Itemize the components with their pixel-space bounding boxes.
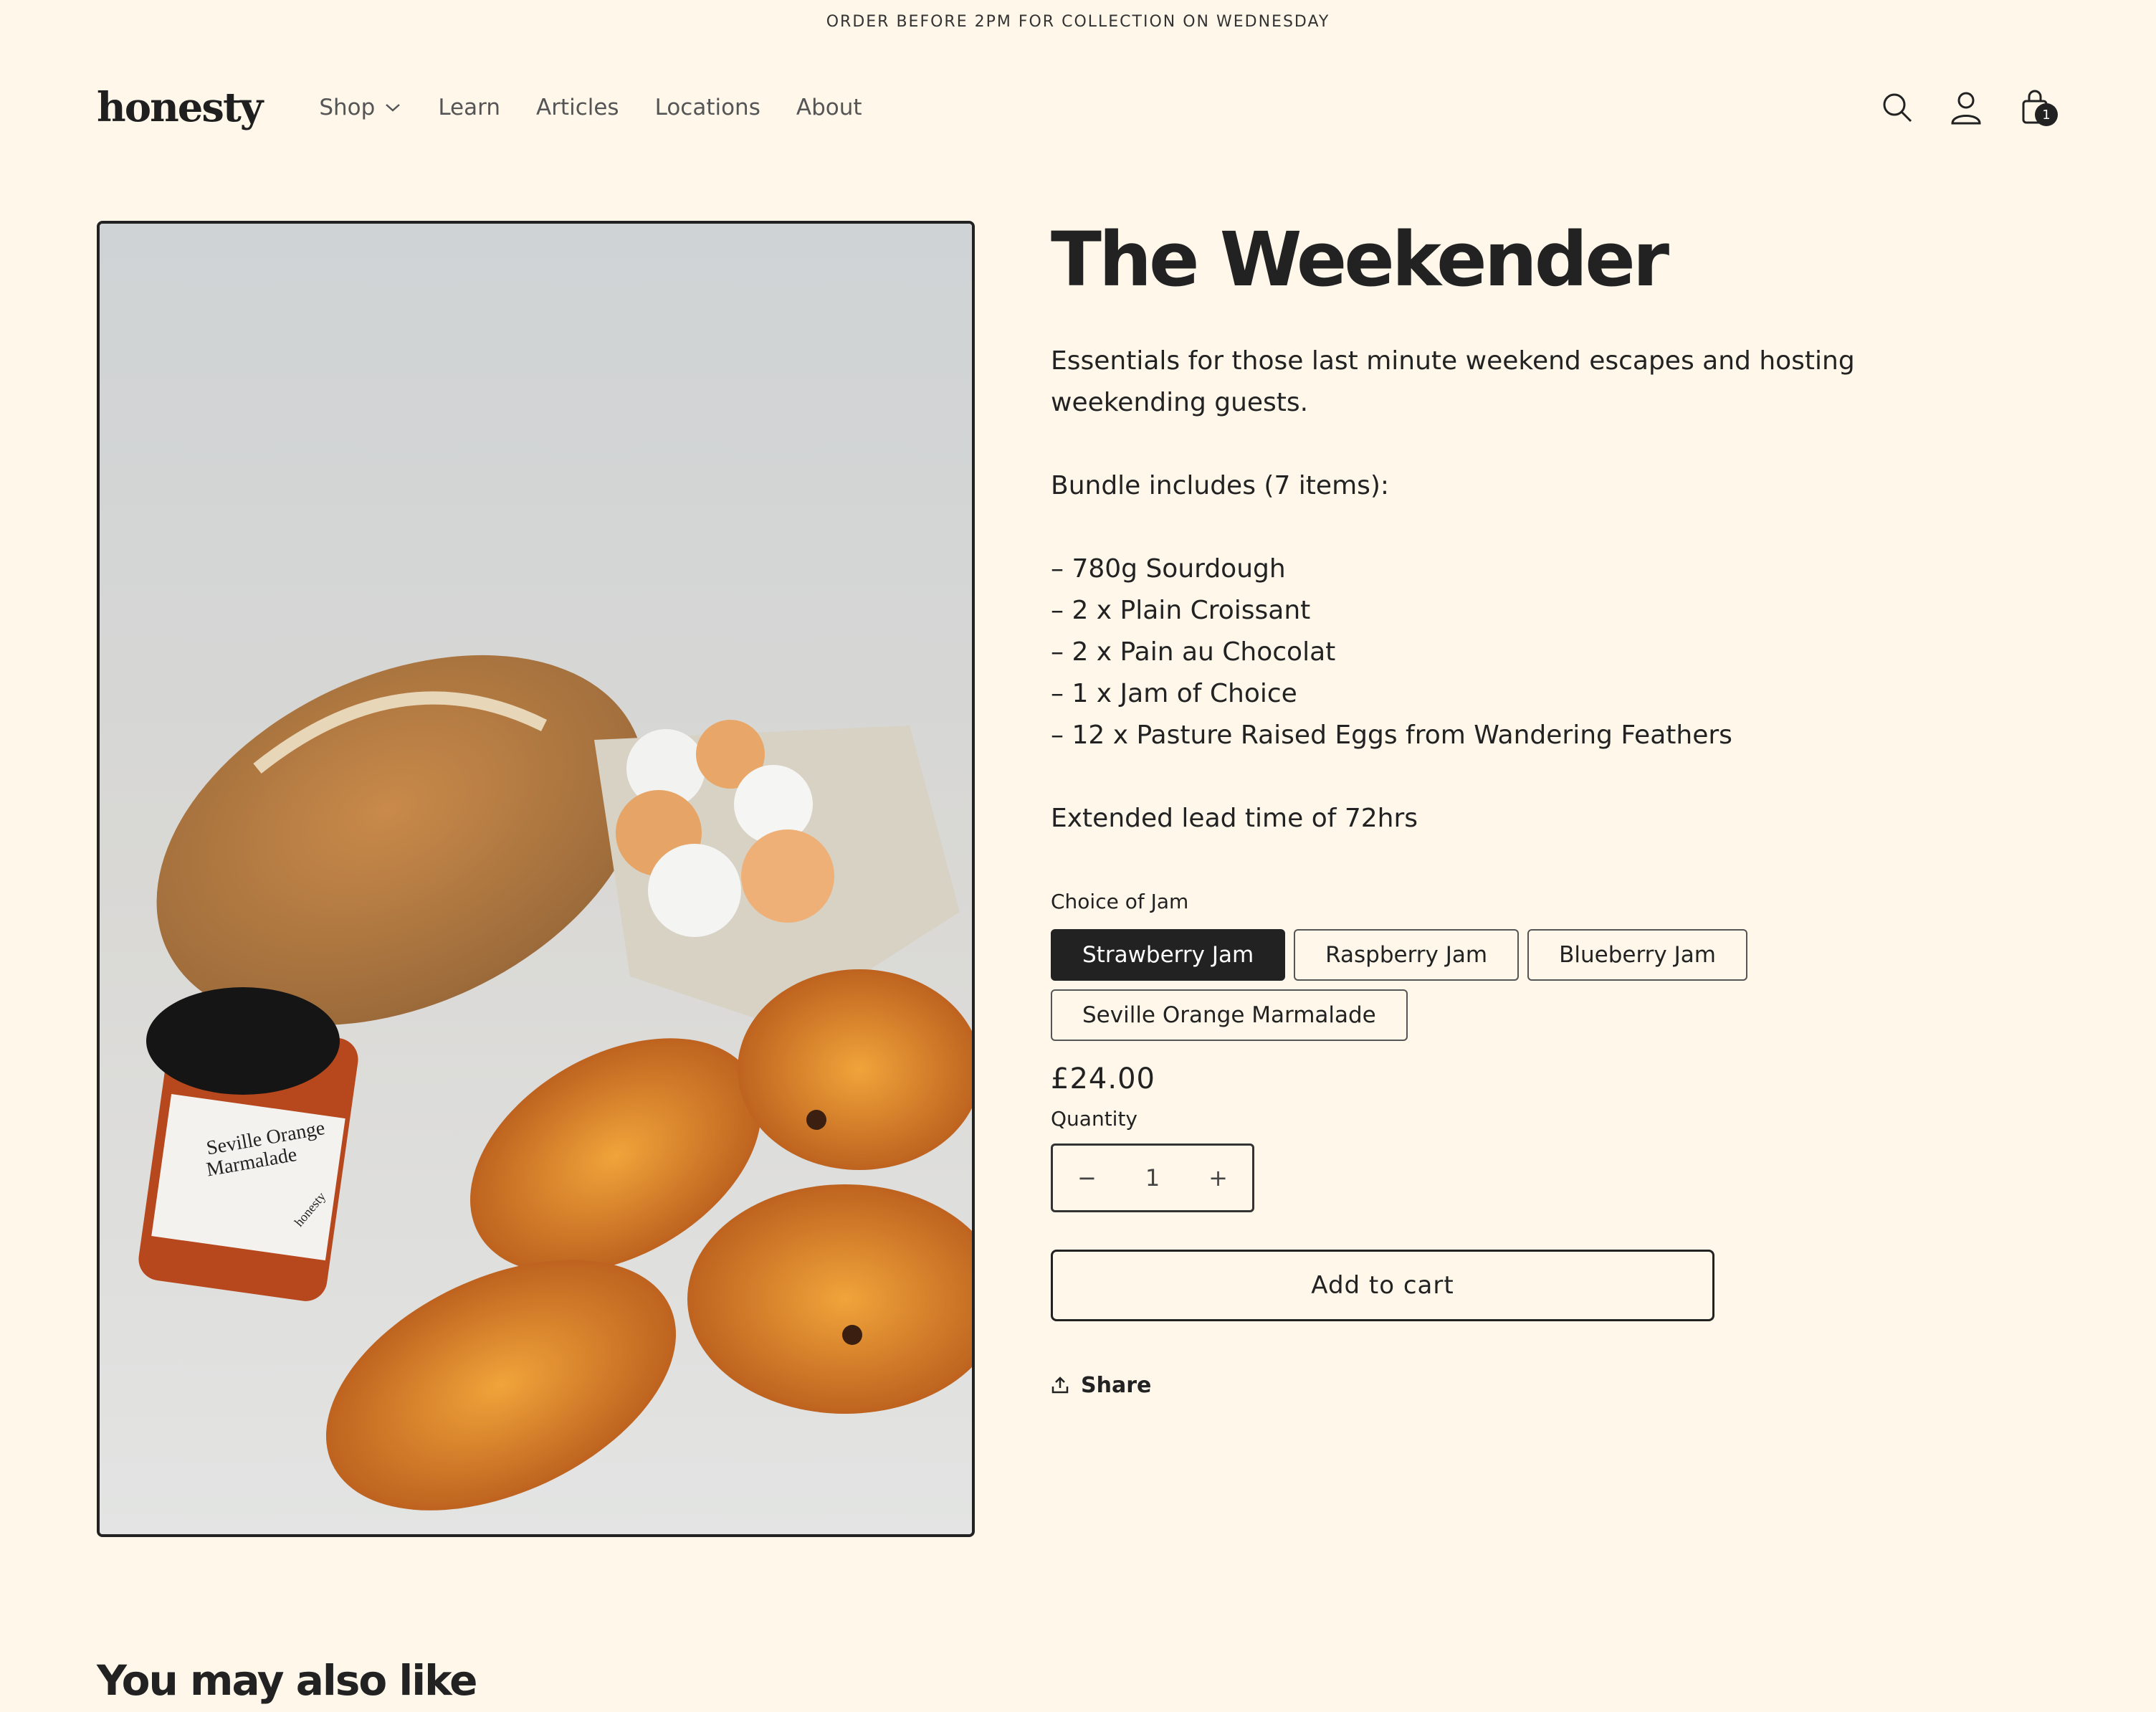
description-line: – 12 x Pasture Raised Eggs from Wanderin… xyxy=(1051,720,1732,750)
pain-au-chocolat-1 xyxy=(738,969,972,1170)
account-icon[interactable] xyxy=(1949,87,1983,128)
site-logo[interactable]: honesty xyxy=(97,84,263,131)
product-photo: Seville Orange Marmalade honesty xyxy=(100,224,972,1534)
header-icons: 1 xyxy=(1880,87,2058,128)
main-nav: Shop Learn Articles Locations About xyxy=(319,95,862,120)
product-info: The Weekender Essentials for those last … xyxy=(1051,215,1983,1398)
description-line: Essentials for those last minute weekend… xyxy=(1051,346,1855,417)
nav-shop-label: Shop xyxy=(319,95,376,120)
share-icon xyxy=(1051,1376,1069,1394)
description-line: – 1 x Jam of Choice xyxy=(1051,678,1297,708)
nav-shop[interactable]: Shop xyxy=(319,95,402,120)
product-image[interactable]: Seville Orange Marmalade honesty xyxy=(97,221,975,1537)
marmalade-jar: Seville Orange Marmalade honesty xyxy=(138,987,358,1301)
description-line: – 780g Sourdough xyxy=(1051,553,1286,584)
search-icon[interactable] xyxy=(1880,87,1914,128)
quantity-value[interactable]: 1 xyxy=(1145,1164,1160,1192)
jam-option-group: Strawberry Jam Raspberry Jam Blueberry J… xyxy=(1051,928,1839,1041)
option-raspberry-jam[interactable]: Raspberry Jam xyxy=(1294,928,1520,981)
nav-locations[interactable]: Locations xyxy=(655,95,760,120)
option-blueberry-jam[interactable]: Blueberry Jam xyxy=(1527,928,1747,981)
description-line: Extended lead time of 72hrs xyxy=(1051,803,1418,833)
description-line: Bundle includes (7 items): xyxy=(1051,470,1390,500)
description-spacer xyxy=(1051,507,1983,548)
quantity-stepper: − 1 + xyxy=(1051,1143,1254,1212)
nav-articles[interactable]: Articles xyxy=(536,95,619,120)
chevron-down-icon xyxy=(386,104,401,112)
quantity-label: Quantity xyxy=(1051,1106,1137,1131)
option-strawberry-jam[interactable]: Strawberry Jam xyxy=(1051,928,1286,981)
cart-icon[interactable]: 1 xyxy=(2018,87,2058,128)
product-price: £24.00 xyxy=(1051,1062,1155,1095)
quantity-decrease-button[interactable]: − xyxy=(1077,1164,1097,1192)
nav-learn[interactable]: Learn xyxy=(438,95,500,120)
description-spacer xyxy=(1051,756,1983,798)
nav-locations-label: Locations xyxy=(654,95,760,120)
announcement-bar: ORDER BEFORE 2PM FOR COLLECTION ON WEDNE… xyxy=(826,12,1330,31)
nav-learn-label: Learn xyxy=(438,95,500,120)
nav-about[interactable]: About xyxy=(796,95,862,120)
product-title: The Weekender xyxy=(1051,216,1669,303)
description-line: – 2 x Pain au Chocolat xyxy=(1051,637,1336,667)
product-description: Essentials for those last minute weekend… xyxy=(1051,341,1983,840)
share-label: Share xyxy=(1081,1372,1152,1398)
option-seville-orange-marmalade[interactable]: Seville Orange Marmalade xyxy=(1051,989,1408,1041)
jam-option-label: Choice of Jam xyxy=(1051,889,1189,913)
nav-articles-label: Articles xyxy=(535,95,619,120)
description-line: – 2 x Plain Croissant xyxy=(1051,595,1311,625)
add-to-cart-button[interactable]: Add to cart xyxy=(1051,1249,1714,1321)
related-products-heading: You may also like xyxy=(97,1656,477,1705)
nav-about-label: About xyxy=(796,95,862,120)
description-spacer xyxy=(1051,424,1983,465)
cart-count-badge: 1 xyxy=(2035,103,2058,126)
quantity-increase-button[interactable]: + xyxy=(1208,1164,1228,1192)
site-header: honesty Shop Learn Articles Locations Ab… xyxy=(97,72,2058,143)
share-button[interactable]: Share xyxy=(1051,1373,1983,1398)
